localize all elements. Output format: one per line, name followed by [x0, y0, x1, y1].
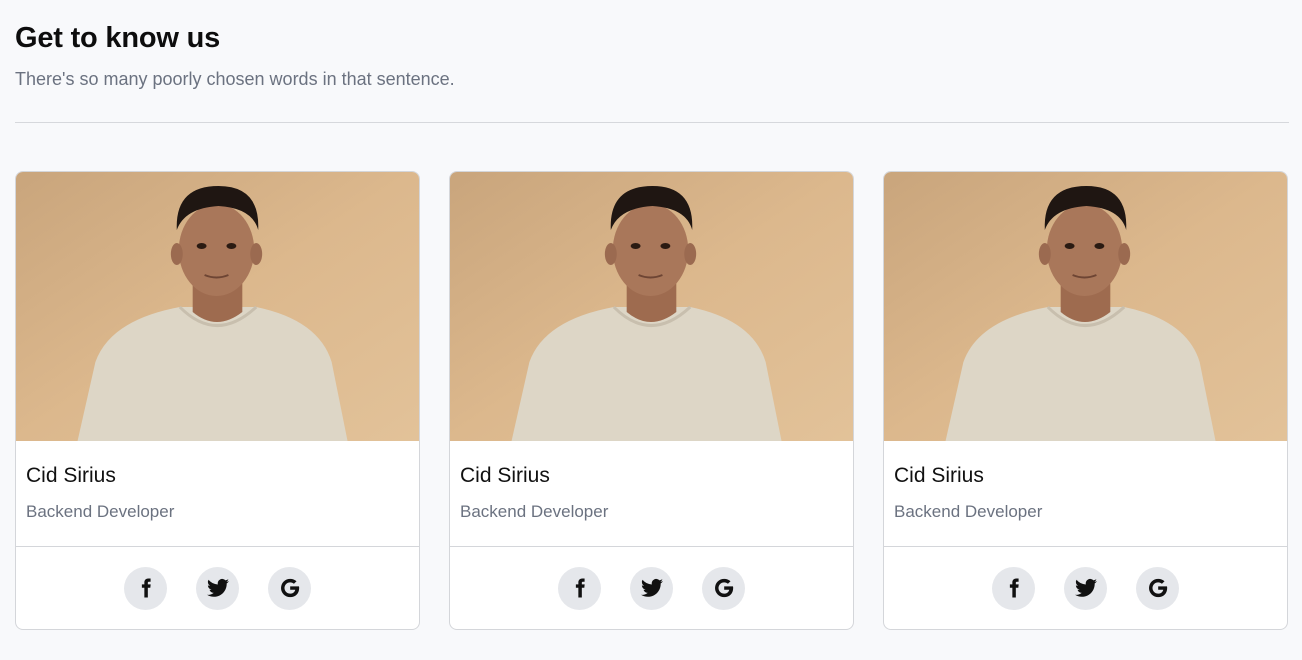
- twitter-button[interactable]: [630, 566, 673, 610]
- member-name: Cid Sirius: [460, 464, 550, 487]
- member-name: Cid Sirius: [894, 464, 984, 487]
- twitter-icon: [206, 578, 229, 597]
- social-links: [16, 547, 419, 629]
- twitter-icon: [1074, 578, 1097, 597]
- google-icon: [280, 578, 299, 598]
- team-card: Cid Sirius Backend Developer: [15, 171, 420, 630]
- google-icon: [1148, 578, 1167, 598]
- twitter-button[interactable]: [196, 566, 239, 610]
- facebook-icon: [1009, 578, 1019, 598]
- twitter-icon: [640, 578, 663, 597]
- member-photo: [16, 172, 419, 441]
- card-body: Cid Sirius Backend Developer: [450, 441, 853, 547]
- facebook-button[interactable]: [992, 566, 1035, 610]
- team-card: Cid Sirius Backend Developer: [449, 171, 854, 630]
- google-icon: [714, 578, 733, 598]
- google-button[interactable]: [268, 566, 311, 610]
- member-photo: [884, 172, 1287, 441]
- member-role: Backend Developer: [26, 502, 175, 521]
- card-body: Cid Sirius Backend Developer: [884, 441, 1287, 547]
- facebook-button[interactable]: [124, 566, 167, 610]
- team-card: Cid Sirius Backend Developer: [883, 171, 1288, 630]
- facebook-icon: [575, 578, 585, 598]
- google-button[interactable]: [702, 566, 745, 610]
- team-section: Get to know us There's so many poorly ch…: [0, 0, 1302, 630]
- divider: [15, 122, 1289, 123]
- member-name: Cid Sirius: [26, 464, 116, 487]
- page-subtitle: There's so many poorly chosen words in t…: [15, 69, 455, 89]
- team-cards: Cid Sirius Backend Developer Cid Sirius …: [15, 171, 1288, 630]
- page-title: Get to know us: [15, 22, 221, 54]
- member-role: Backend Developer: [894, 502, 1043, 521]
- card-body: Cid Sirius Backend Developer: [16, 441, 419, 547]
- twitter-button[interactable]: [1064, 566, 1107, 610]
- social-links: [450, 547, 853, 629]
- facebook-button[interactable]: [558, 566, 601, 610]
- member-photo: [450, 172, 853, 441]
- social-links: [884, 547, 1287, 629]
- member-role: Backend Developer: [460, 502, 609, 521]
- facebook-icon: [141, 578, 151, 598]
- google-button[interactable]: [1136, 566, 1179, 610]
